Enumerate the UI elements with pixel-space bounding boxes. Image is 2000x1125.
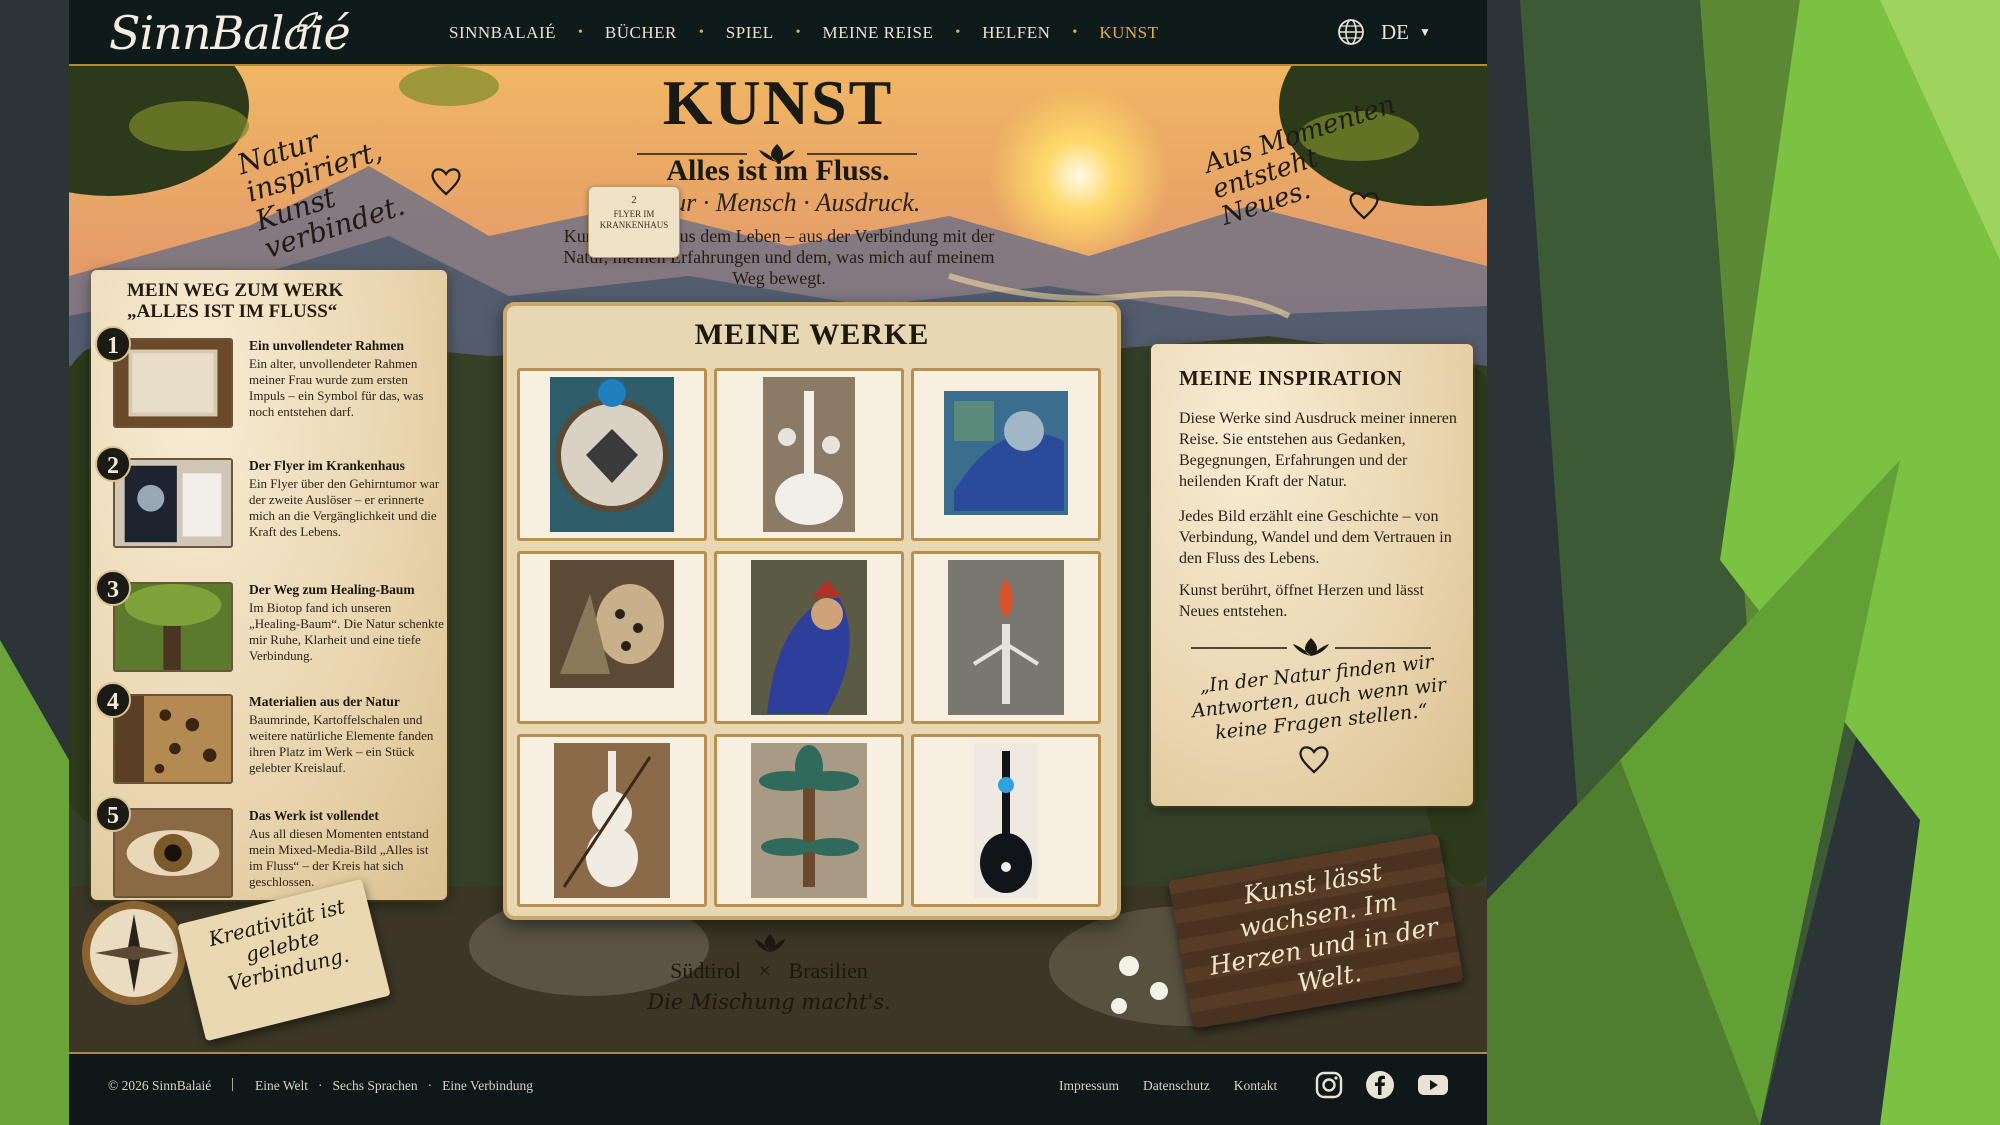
- step-title: Das Werk ist vollendet: [249, 808, 379, 823]
- footer-link-datenschutz[interactable]: Datenschutz: [1143, 1078, 1210, 1094]
- website: SinnBalaié SINNBALAIÉ • BÜCHER • SPIEL •…: [69, 0, 1487, 1125]
- chevron-down-icon: ▼: [1419, 24, 1431, 39]
- artwork-palm-sculpture[interactable]: [714, 734, 904, 907]
- lotus-icon: [755, 934, 785, 952]
- flyer-tooltip: 2 FLYER IM KRANKENHAUS: [588, 186, 680, 258]
- journey-title-line-2: „ALLES IST IM FLUSS“: [127, 301, 338, 322]
- works-gallery: MEINE WERKE: [503, 302, 1121, 920]
- nav-kunst[interactable]: KUNST: [1099, 23, 1158, 43]
- step-number: 4: [95, 682, 131, 718]
- leaf-icon: [296, 11, 319, 33]
- sign-text: Kunst lässt wachsen. Im Herzen und in de…: [1207, 856, 1441, 998]
- footer-link-kontakt[interactable]: Kontakt: [1234, 1078, 1278, 1094]
- step-number: 2: [95, 446, 131, 482]
- footer: © 2026 SinnBalaié | Eine Welt · Sechs Sp…: [69, 1052, 1487, 1125]
- footer-dot: ·: [427, 1078, 433, 1093]
- origin-slogan: Die Mischung macht's.: [647, 990, 891, 1014]
- facebook-icon[interactable]: [1365, 1070, 1395, 1100]
- step-number: 3: [95, 570, 131, 606]
- heart-icon: [1299, 746, 1329, 774]
- artwork-black-guitar[interactable]: [911, 734, 1101, 907]
- youtube-icon[interactable]: [1417, 1070, 1449, 1100]
- artwork-leopard-collage[interactable]: [517, 551, 707, 724]
- inspiration-text: Kunst berührt, öffnet Herzen und lässt N…: [1179, 582, 1424, 620]
- artwork-white-violin[interactable]: [517, 734, 707, 907]
- step-title: Der Flyer im Krankenhaus: [249, 458, 405, 473]
- copyright: © 2026 SinnBalaié: [108, 1078, 212, 1093]
- nav-separator: •: [1072, 25, 1078, 40]
- journey-step: 3 Der Weg zum Healing-Baum Im Biotop fan…: [91, 570, 447, 680]
- nav-separator: •: [955, 25, 961, 40]
- nav-meine-reise[interactable]: MEINE REISE: [823, 23, 934, 43]
- journey-step: 5 Das Werk ist vollendet Aus all diesen …: [91, 796, 447, 906]
- inspiration-quote: „In der Natur finden wir Antworten, auch…: [1190, 650, 1448, 744]
- heart-icon: [431, 168, 461, 196]
- origin-brasilien: Brasilien: [788, 958, 868, 983]
- journey-step: 4 Materialien aus der Natur Baumrinde, K…: [91, 682, 447, 792]
- nav-sinnbalaie[interactable]: SINNBALAIÉ: [449, 23, 556, 43]
- nav-separator: •: [578, 25, 583, 40]
- tooltip-number: 2: [631, 194, 637, 206]
- footer-claim: Sechs Sprachen: [332, 1078, 418, 1093]
- journey-step: 2 Der Flyer im Krankenhaus Ein Flyer übe…: [91, 446, 447, 556]
- step-image-flyer: [113, 458, 233, 548]
- nav-buecher[interactable]: BÜCHER: [605, 23, 677, 43]
- journey-step: 1 Ein unvollendeter Rahmen Ein alter, un…: [91, 326, 447, 436]
- artwork-dreamcatcher-wolf[interactable]: [517, 368, 707, 541]
- footer-claims: Eine Welt · Sechs Sprachen · Eine Verbin…: [255, 1078, 533, 1094]
- footer-claim: Eine Welt: [255, 1078, 309, 1093]
- globe-icon: [1338, 19, 1364, 45]
- journey-title: MEIN WEG ZUM WERK „ALLES IST IM FLUSS“: [127, 280, 343, 322]
- journey-panel: MEIN WEG ZUM WERK „ALLES IST IM FLUSS“ 1…: [91, 270, 447, 900]
- inspiration-panel: MEINE INSPIRATION Diese Werke sind Ausdr…: [1151, 344, 1473, 806]
- nav-spiel[interactable]: SPIEL: [726, 23, 774, 43]
- origin-line: Südtirol × Brasilien: [549, 958, 989, 984]
- step-title: Der Weg zum Healing-Baum: [249, 582, 415, 597]
- nav-helfen[interactable]: HELFEN: [982, 23, 1050, 43]
- footer-separator: |: [231, 1076, 235, 1092]
- nav-separator: •: [698, 25, 704, 40]
- instagram-icon[interactable]: [1314, 1070, 1344, 1100]
- top-nav-bar: SinnBalaié SINNBALAIÉ • BÜCHER • SPIEL •…: [69, 0, 1487, 66]
- language-code: DE: [1381, 19, 1409, 44]
- step-description: Im Biotop fand ich unseren „Healing-Baum…: [249, 600, 444, 663]
- artwork-flame-tree[interactable]: [911, 551, 1101, 724]
- origin-cross: ×: [758, 958, 771, 983]
- footer-link-impressum[interactable]: Impressum: [1059, 1078, 1119, 1094]
- step-image-eye: [113, 808, 233, 898]
- inspiration-text: Diese Werke sind Ausdruck meiner inneren…: [1179, 410, 1457, 490]
- heart-icon: [1349, 192, 1379, 220]
- step-image-tree: [113, 582, 233, 672]
- footer-links: Impressum Datenschutz Kontakt: [1059, 1078, 1301, 1094]
- compass-icon: [82, 901, 186, 1005]
- artwork-blue-painting[interactable]: [911, 368, 1101, 541]
- artwork-white-guitar[interactable]: [714, 368, 904, 541]
- language-selector[interactable]: DE ▼: [1337, 18, 1431, 46]
- footer-dot: ·: [318, 1078, 323, 1093]
- step-description: Ein Flyer über den Gehirntumor war der z…: [249, 476, 440, 539]
- artwork-blue-woman[interactable]: [714, 551, 904, 724]
- step-image-frame: [113, 338, 233, 428]
- step-number: 1: [95, 326, 131, 362]
- step-description: Aus all diesen Momenten entstand mein Mi…: [249, 826, 429, 889]
- journey-title-line-1: MEIN WEG ZUM WERK: [127, 280, 344, 301]
- step-description: Ein alter, unvollendeter Rahmen meiner F…: [249, 356, 424, 419]
- origin-suedtirol: Südtirol: [670, 958, 742, 983]
- gallery-title: MEINE WERKE: [694, 318, 930, 351]
- step-number: 5: [95, 796, 131, 832]
- nav-separator: •: [795, 25, 801, 40]
- main-nav: SINNBALAIÉ • BÜCHER • SPIEL • MEINE REIS…: [449, 0, 1158, 66]
- footer-claim: Eine Verbindung: [442, 1078, 534, 1093]
- step-title: Materialien aus der Natur: [249, 694, 400, 709]
- tooltip-text: FLYER IM KRANKENHAUS: [599, 209, 669, 230]
- step-title: Ein unvollendeter Rahmen: [249, 338, 405, 353]
- step-image-materials: [113, 694, 233, 784]
- inspiration-title: MEINE INSPIRATION: [1179, 366, 1403, 390]
- inspiration-text: Jedes Bild erzählt eine Geschichte – von…: [1179, 508, 1452, 567]
- step-description: Baumrinde, Kartoffelschalen und weitere …: [249, 712, 434, 775]
